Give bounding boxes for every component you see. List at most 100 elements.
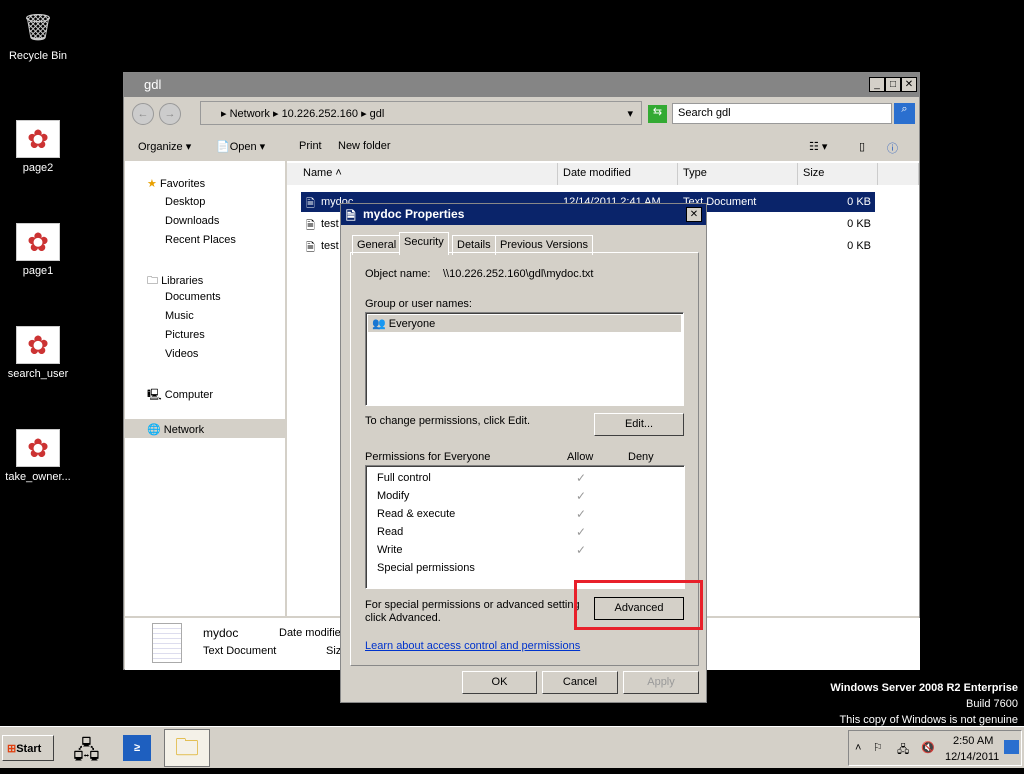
- organize-label: Organize: [138, 141, 183, 153]
- ok-button[interactable]: OK: [462, 671, 537, 694]
- close-button[interactable]: ✕: [901, 77, 917, 92]
- notepad-icon: 📄: [216, 141, 230, 153]
- explorer-taskbar-icon[interactable]: 🗀: [164, 729, 210, 767]
- perm-special: Special permissions: [377, 562, 475, 574]
- breadcrumb-gdl[interactable]: gdl: [370, 108, 385, 120]
- nav-documents[interactable]: Documents: [165, 291, 221, 303]
- new-folder-button[interactable]: New folder: [338, 140, 391, 152]
- nav-favorites[interactable]: ★ Favorites: [147, 177, 205, 190]
- permissions-list[interactable]: Full control ✓ Modify ✓ Read & execute ✓ Re…: [365, 465, 685, 589]
- icon-label: search_user: [7, 368, 69, 380]
- maximize-button[interactable]: □: [885, 77, 901, 92]
- group-label: Group or user names:: [365, 298, 472, 310]
- show-desktop-button[interactable]: [1004, 740, 1019, 754]
- highlight-box: [574, 580, 703, 630]
- perm-full-control: Full control: [377, 472, 431, 484]
- apply-button[interactable]: Apply: [623, 671, 699, 694]
- special-text: For special permissions or advanced sett…: [365, 599, 580, 611]
- check-icon: ✓: [576, 525, 587, 539]
- search-input[interactable]: Search gdl: [672, 103, 892, 124]
- column-filler: [878, 163, 919, 185]
- group-list[interactable]: 👥 Everyone: [365, 312, 684, 406]
- check-icon: ✓: [576, 489, 587, 503]
- nav-computer[interactable]: 🖳 Computer: [147, 386, 213, 405]
- nav-libraries[interactable]: 🗀 Libraries: [147, 272, 203, 291]
- dialog-close-button[interactable]: ✕: [686, 207, 702, 222]
- system-tray: ˄ ⚐ 🖧 🔇 2:50 AM 12/14/2011: [848, 730, 1022, 766]
- text-file-icon: 🗎: [306, 242, 315, 254]
- tab-security[interactable]: Security: [399, 232, 449, 255]
- column-size[interactable]: Size: [798, 163, 878, 185]
- details-date-label: Date modifie: [279, 627, 341, 639]
- cancel-button[interactable]: Cancel: [542, 671, 618, 694]
- nav-music[interactable]: Music: [165, 310, 194, 322]
- open-button[interactable]: 📄Open ▾: [216, 140, 265, 153]
- recycle-bin-icon: 🗑: [21, 11, 55, 42]
- desktop-icon-page1[interactable]: ✿ page1: [0, 223, 76, 277]
- navigation-pane: ★ Favorites Desktop Downloads Recent Pla…: [125, 161, 285, 616]
- column-type[interactable]: Type: [678, 163, 798, 185]
- dialog-titlebar[interactable]: 🗎 mydoc Properties: [341, 204, 706, 225]
- powershell-icon[interactable]: ≥: [123, 735, 151, 761]
- edit-button[interactable]: Edit...: [594, 413, 684, 436]
- flower-icon: ✿: [16, 429, 60, 467]
- minimize-button[interactable]: _: [869, 77, 885, 92]
- forward-button[interactable]: →: [159, 103, 181, 125]
- check-icon: ✓: [576, 543, 587, 557]
- preview-pane-icon[interactable]: ▯: [859, 140, 865, 153]
- chevron-down-icon[interactable]: ▾: [627, 107, 633, 120]
- nav-recent-places[interactable]: Recent Places: [165, 234, 236, 246]
- computer-icon: 🖳: [147, 389, 162, 401]
- column-name[interactable]: Name ˄: [287, 163, 558, 185]
- organize-button[interactable]: Organize ▾: [138, 140, 191, 153]
- refresh-button[interactable]: ⇆: [648, 105, 667, 123]
- nav-videos[interactable]: Videos: [165, 348, 198, 360]
- volume-muted-icon[interactable]: 🔇: [921, 741, 935, 754]
- clock-time[interactable]: 2:50 AM: [953, 735, 993, 747]
- network-icon: 🌐: [147, 424, 161, 436]
- change-permissions-text: To change permissions, click Edit.: [365, 415, 531, 427]
- desktop-icon-search-user[interactable]: ✿ search_user: [0, 326, 76, 380]
- show-hidden-icons[interactable]: ˄: [855, 742, 861, 754]
- star-icon: ★: [147, 178, 157, 190]
- desktop-icon-take-owner[interactable]: ✿ take_owner...: [0, 429, 76, 483]
- users-icon: 👥: [372, 318, 386, 330]
- view-options-icon[interactable]: ☷ ▾: [809, 140, 827, 153]
- breadcrumb-network[interactable]: Network: [230, 108, 270, 120]
- text-file-icon: 🗎: [306, 220, 315, 232]
- start-button[interactable]: ⊞Start: [2, 735, 54, 761]
- perm-read-execute: Read & execute: [377, 508, 456, 520]
- nav-pictures[interactable]: Pictures: [165, 329, 205, 341]
- learn-more-link[interactable]: Learn about access control and permissio…: [365, 640, 580, 652]
- nav-downloads[interactable]: Downloads: [165, 215, 219, 227]
- special-text-2: click Advanced.: [365, 612, 441, 624]
- explorer-titlebar[interactable]: gdl: [124, 73, 919, 97]
- column-date[interactable]: Date modified: [558, 163, 678, 185]
- search-icon[interactable]: ⌕: [894, 103, 915, 124]
- details-size-label: Siz: [326, 645, 342, 657]
- breadcrumb-server[interactable]: 10.226.252.160: [282, 108, 358, 120]
- dialog-title: mydoc Properties: [363, 207, 465, 221]
- perm-read: Read: [377, 526, 404, 538]
- desktop-icon-recycle-bin[interactable]: 🗑 Recycle Bin: [0, 8, 76, 63]
- icon-label: page1: [22, 265, 54, 277]
- icon-label: take_owner...: [5, 471, 71, 483]
- flower-icon: ✿: [16, 223, 60, 261]
- search-placeholder: Search gdl: [678, 107, 731, 119]
- document-icon: 🗎: [346, 209, 356, 223]
- print-button[interactable]: Print: [299, 140, 322, 152]
- nav-desktop[interactable]: Desktop: [165, 196, 205, 208]
- text-document-icon: [152, 623, 182, 663]
- nav-network[interactable]: 🌐 Network: [125, 419, 285, 438]
- address-bar[interactable]: ▸ Network ▸ 10.226.252.160 ▸ gdl ▾: [200, 101, 642, 125]
- window-title: gdl: [144, 77, 162, 92]
- desktop-icon-page2[interactable]: ✿ page2: [0, 120, 76, 174]
- clock-date[interactable]: 12/14/2011: [945, 751, 999, 763]
- icon-label: page2: [22, 162, 54, 174]
- help-icon[interactable]: ⓘ: [887, 140, 898, 156]
- back-button[interactable]: ←: [132, 103, 154, 125]
- folder-icon: 🗀: [147, 275, 158, 287]
- group-item-everyone[interactable]: 👥 Everyone: [368, 315, 681, 332]
- network-tray-icon[interactable]: 🖧: [897, 741, 909, 760]
- flag-icon[interactable]: ⚐: [873, 741, 883, 754]
